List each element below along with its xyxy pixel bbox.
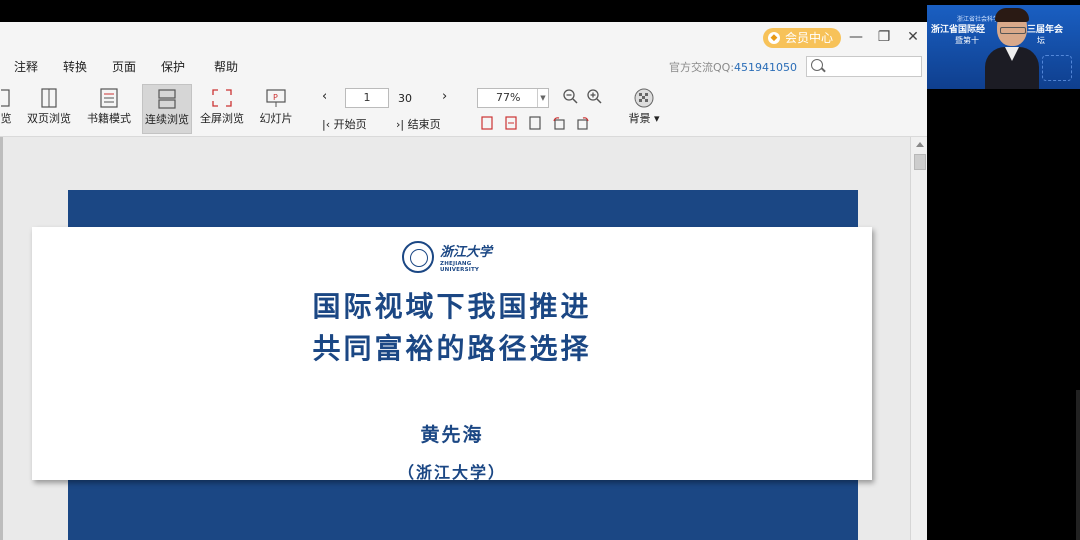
background-label: 背景 ▾: [628, 112, 660, 125]
fullscreen-button[interactable]: 全屏浏览: [198, 84, 246, 132]
zoom-in-icon[interactable]: [586, 88, 602, 107]
last-page-icon: ›|: [396, 118, 408, 131]
video-line1-left: 浙江省国际经: [931, 25, 986, 35]
scroll-up-icon[interactable]: [916, 142, 924, 147]
slideshow-button[interactable]: P 幻灯片: [254, 84, 298, 132]
side-panel-handle[interactable]: [0, 137, 3, 540]
fit-page-icon[interactable]: [480, 116, 494, 133]
search-input[interactable]: [806, 56, 922, 77]
speaker-glasses: [1000, 27, 1026, 34]
background-text: 背景: [628, 112, 651, 125]
slideshow-label: 幻灯片: [259, 112, 293, 125]
fullscreen-icon: [211, 88, 233, 108]
university-seal-icon: [402, 241, 434, 273]
first-page-icon: |‹: [322, 118, 334, 131]
slide-background-bottom: [68, 480, 858, 540]
book-mode-icon: [98, 88, 120, 108]
logo-chinese-name: 浙江大学: [440, 245, 493, 260]
background-button[interactable]: 背景 ▾: [624, 84, 664, 132]
page-total: 30: [398, 92, 412, 105]
close-button[interactable]: ✕: [903, 27, 923, 47]
menu-bar: 注释 转换 页面 保护 帮助 官方交流QQ:451941050: [0, 52, 927, 80]
video-line2-left: 暨第十: [955, 36, 979, 45]
slide-page: 浙江大学 ZHEJIANG UNIVERSITY 国际视域下我国推进 共同富裕的…: [32, 227, 872, 482]
slideshow-icon: P: [265, 88, 287, 108]
fit-width-icon[interactable]: [504, 116, 518, 133]
book-mode-label: 书籍模式: [87, 112, 131, 125]
qq-label: 官方交流QQ:: [669, 61, 735, 74]
book-mode-button[interactable]: 书籍模式: [84, 84, 134, 132]
menu-convert[interactable]: 转换: [63, 58, 87, 75]
zoom-out-icon[interactable]: [562, 88, 578, 107]
qq-contact: 官方交流QQ:451941050: [669, 59, 797, 75]
slide-title-line1: 国际视域下我国推进: [312, 290, 592, 323]
menu-help[interactable]: 帮助: [214, 58, 238, 75]
last-page-label: 结束页: [407, 118, 441, 131]
speaker-avatar: [985, 7, 1039, 89]
qq-number: 451941050: [734, 61, 798, 74]
slide-title-line2: 共同富裕的路径选择: [312, 332, 592, 365]
dual-page-button[interactable]: 双页浏览: [24, 84, 74, 132]
speaker-hair: [995, 8, 1029, 22]
continuous-scroll-label: 连续浏览: [145, 113, 189, 126]
zoom-value: 77%: [496, 91, 521, 104]
menu-protect[interactable]: 保护: [161, 58, 185, 75]
rotate-left-icon[interactable]: [552, 116, 566, 133]
title-bar: ◆ 会员中心 — ❐ ✕: [0, 22, 927, 52]
continuous-scroll-icon: [156, 89, 178, 109]
vip-label: 会员中心: [785, 31, 834, 45]
last-page-button[interactable]: ›| 结束页: [396, 116, 441, 132]
first-page-label: 开始页: [333, 118, 367, 131]
minimize-button[interactable]: —: [846, 27, 866, 47]
first-page-button[interactable]: |‹ 开始页: [322, 116, 367, 132]
restore-button[interactable]: ❐: [874, 27, 894, 47]
banner-decoration: [1042, 55, 1072, 81]
actual-size-icon[interactable]: [528, 116, 542, 133]
slide-affiliation: （浙江大学）: [397, 463, 506, 482]
university-logo: 浙江大学 ZHEJIANG UNIVERSITY: [402, 239, 512, 275]
fullscreen-label: 全屏浏览: [200, 112, 244, 125]
slide-author: 黄先海: [420, 424, 484, 446]
logo-english-name: ZHEJIANG UNIVERSITY: [440, 261, 480, 273]
svg-text:P: P: [273, 93, 278, 102]
search-icon: [811, 59, 823, 71]
vip-center-button[interactable]: ◆ 会员中心: [763, 28, 842, 48]
rotate-right-icon[interactable]: [576, 116, 590, 133]
video-feed: 浙江省社会科学界 浙江省国际经 三届年会 暨第十坛: [927, 5, 1080, 89]
screen-edge: [1076, 390, 1080, 540]
zoom-select[interactable]: 77% ▼: [477, 88, 549, 108]
diamond-icon: ◆: [768, 32, 780, 44]
screen: ◆ 会员中心 — ❐ ✕ 注释 转换 页面 保护 帮助 官方交流QQ:45194…: [0, 0, 1080, 540]
pdf-reader-window: ◆ 会员中心 — ❐ ✕ 注释 转换 页面 保护 帮助 官方交流QQ:45194…: [0, 22, 927, 540]
chevron-down-icon: ▼: [537, 89, 548, 107]
page-number-input[interactable]: 1: [345, 88, 389, 108]
menu-annotate[interactable]: 注释: [14, 58, 38, 75]
video-banner-line1: 浙江省国际经 三届年会: [931, 22, 1063, 35]
dual-page-icon: [38, 88, 60, 108]
background-grid-icon: [633, 88, 655, 108]
view-toolbar: 览 双页浏览 书籍模式 连续浏览 全屏浏览 P 幻灯片 ‹ 1 30 › |‹ …: [0, 80, 927, 137]
single-page-icon: [0, 88, 11, 108]
prev-page-icon[interactable]: ‹: [322, 89, 327, 104]
dual-page-label: 双页浏览: [27, 112, 71, 125]
menu-page[interactable]: 页面: [112, 58, 136, 75]
scrollbar-thumb[interactable]: [914, 154, 926, 170]
toolbar-partial-button[interactable]: 览: [0, 84, 12, 132]
continuous-scroll-button[interactable]: 连续浏览: [142, 84, 192, 134]
next-page-icon[interactable]: ›: [442, 89, 447, 104]
toolbar-partial-label: 览: [0, 112, 12, 125]
video-banner-line2: 暨第十坛: [955, 35, 1045, 46]
vertical-scrollbar[interactable]: [910, 137, 927, 540]
